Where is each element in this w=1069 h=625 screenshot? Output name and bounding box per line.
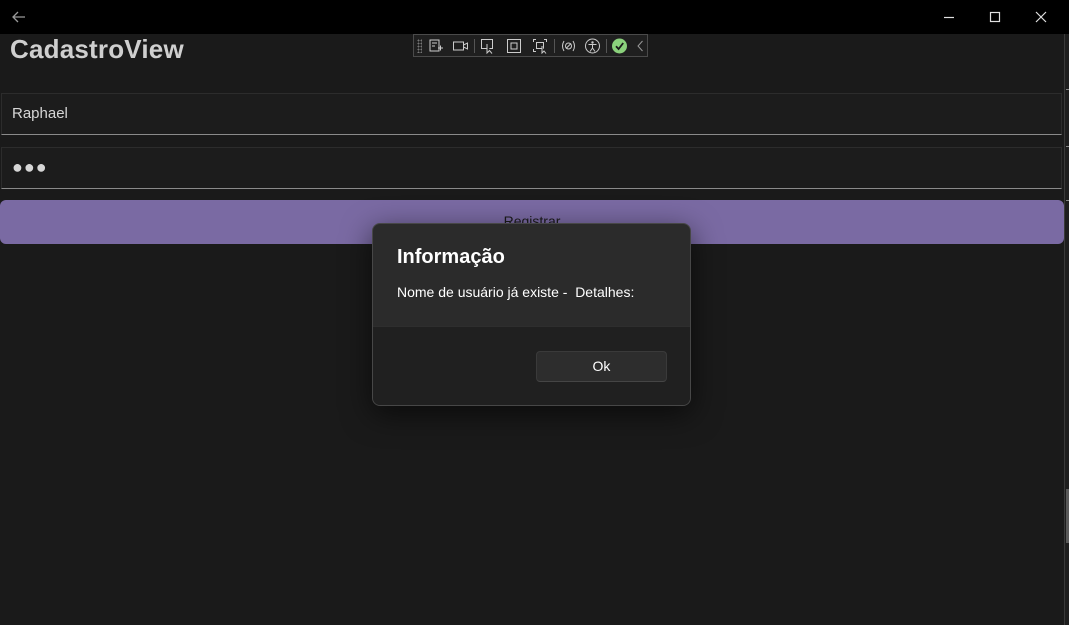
password-mask: ●●● [12,157,48,177]
display-layout-adorners-icon[interactable] [506,38,523,54]
info-dialog: Informação Nome de usuário já existe - D… [372,223,691,406]
username-value: Raphael [12,105,68,122]
collapse-toolbar-icon[interactable] [632,38,649,54]
toolbar-separator [554,39,555,53]
toolbar-separator [474,39,475,53]
window-right-edge [1064,34,1069,625]
select-element-icon[interactable] [480,38,497,54]
password-field[interactable]: ●●● [1,147,1062,189]
dialog-message: Nome de usuário já existe - Detalhes: [397,284,635,300]
minimize-icon[interactable] [938,7,960,27]
username-field[interactable]: Raphael [1,93,1062,135]
dialog-title: Informação [397,246,505,268]
record-icon[interactable] [452,38,469,54]
binding-failures-icon[interactable] [560,38,577,54]
xaml-debug-toolbar [413,34,648,57]
status-ok-icon[interactable] [611,38,628,54]
track-focus-icon[interactable] [532,38,549,54]
close-icon[interactable] [1030,7,1052,27]
toolbar-grip-icon[interactable] [417,39,422,53]
back-arrow-icon[interactable] [8,7,30,27]
page-title: CadastroView [10,34,184,64]
dialog-footer: Ok [373,326,690,405]
toolbar-separator [606,39,607,53]
accessibility-icon[interactable] [584,38,601,54]
maximize-icon[interactable] [984,7,1006,27]
ok-button[interactable]: Ok [536,351,667,382]
window-titlebar [0,0,1069,34]
live-visual-tree-icon[interactable] [428,38,445,54]
